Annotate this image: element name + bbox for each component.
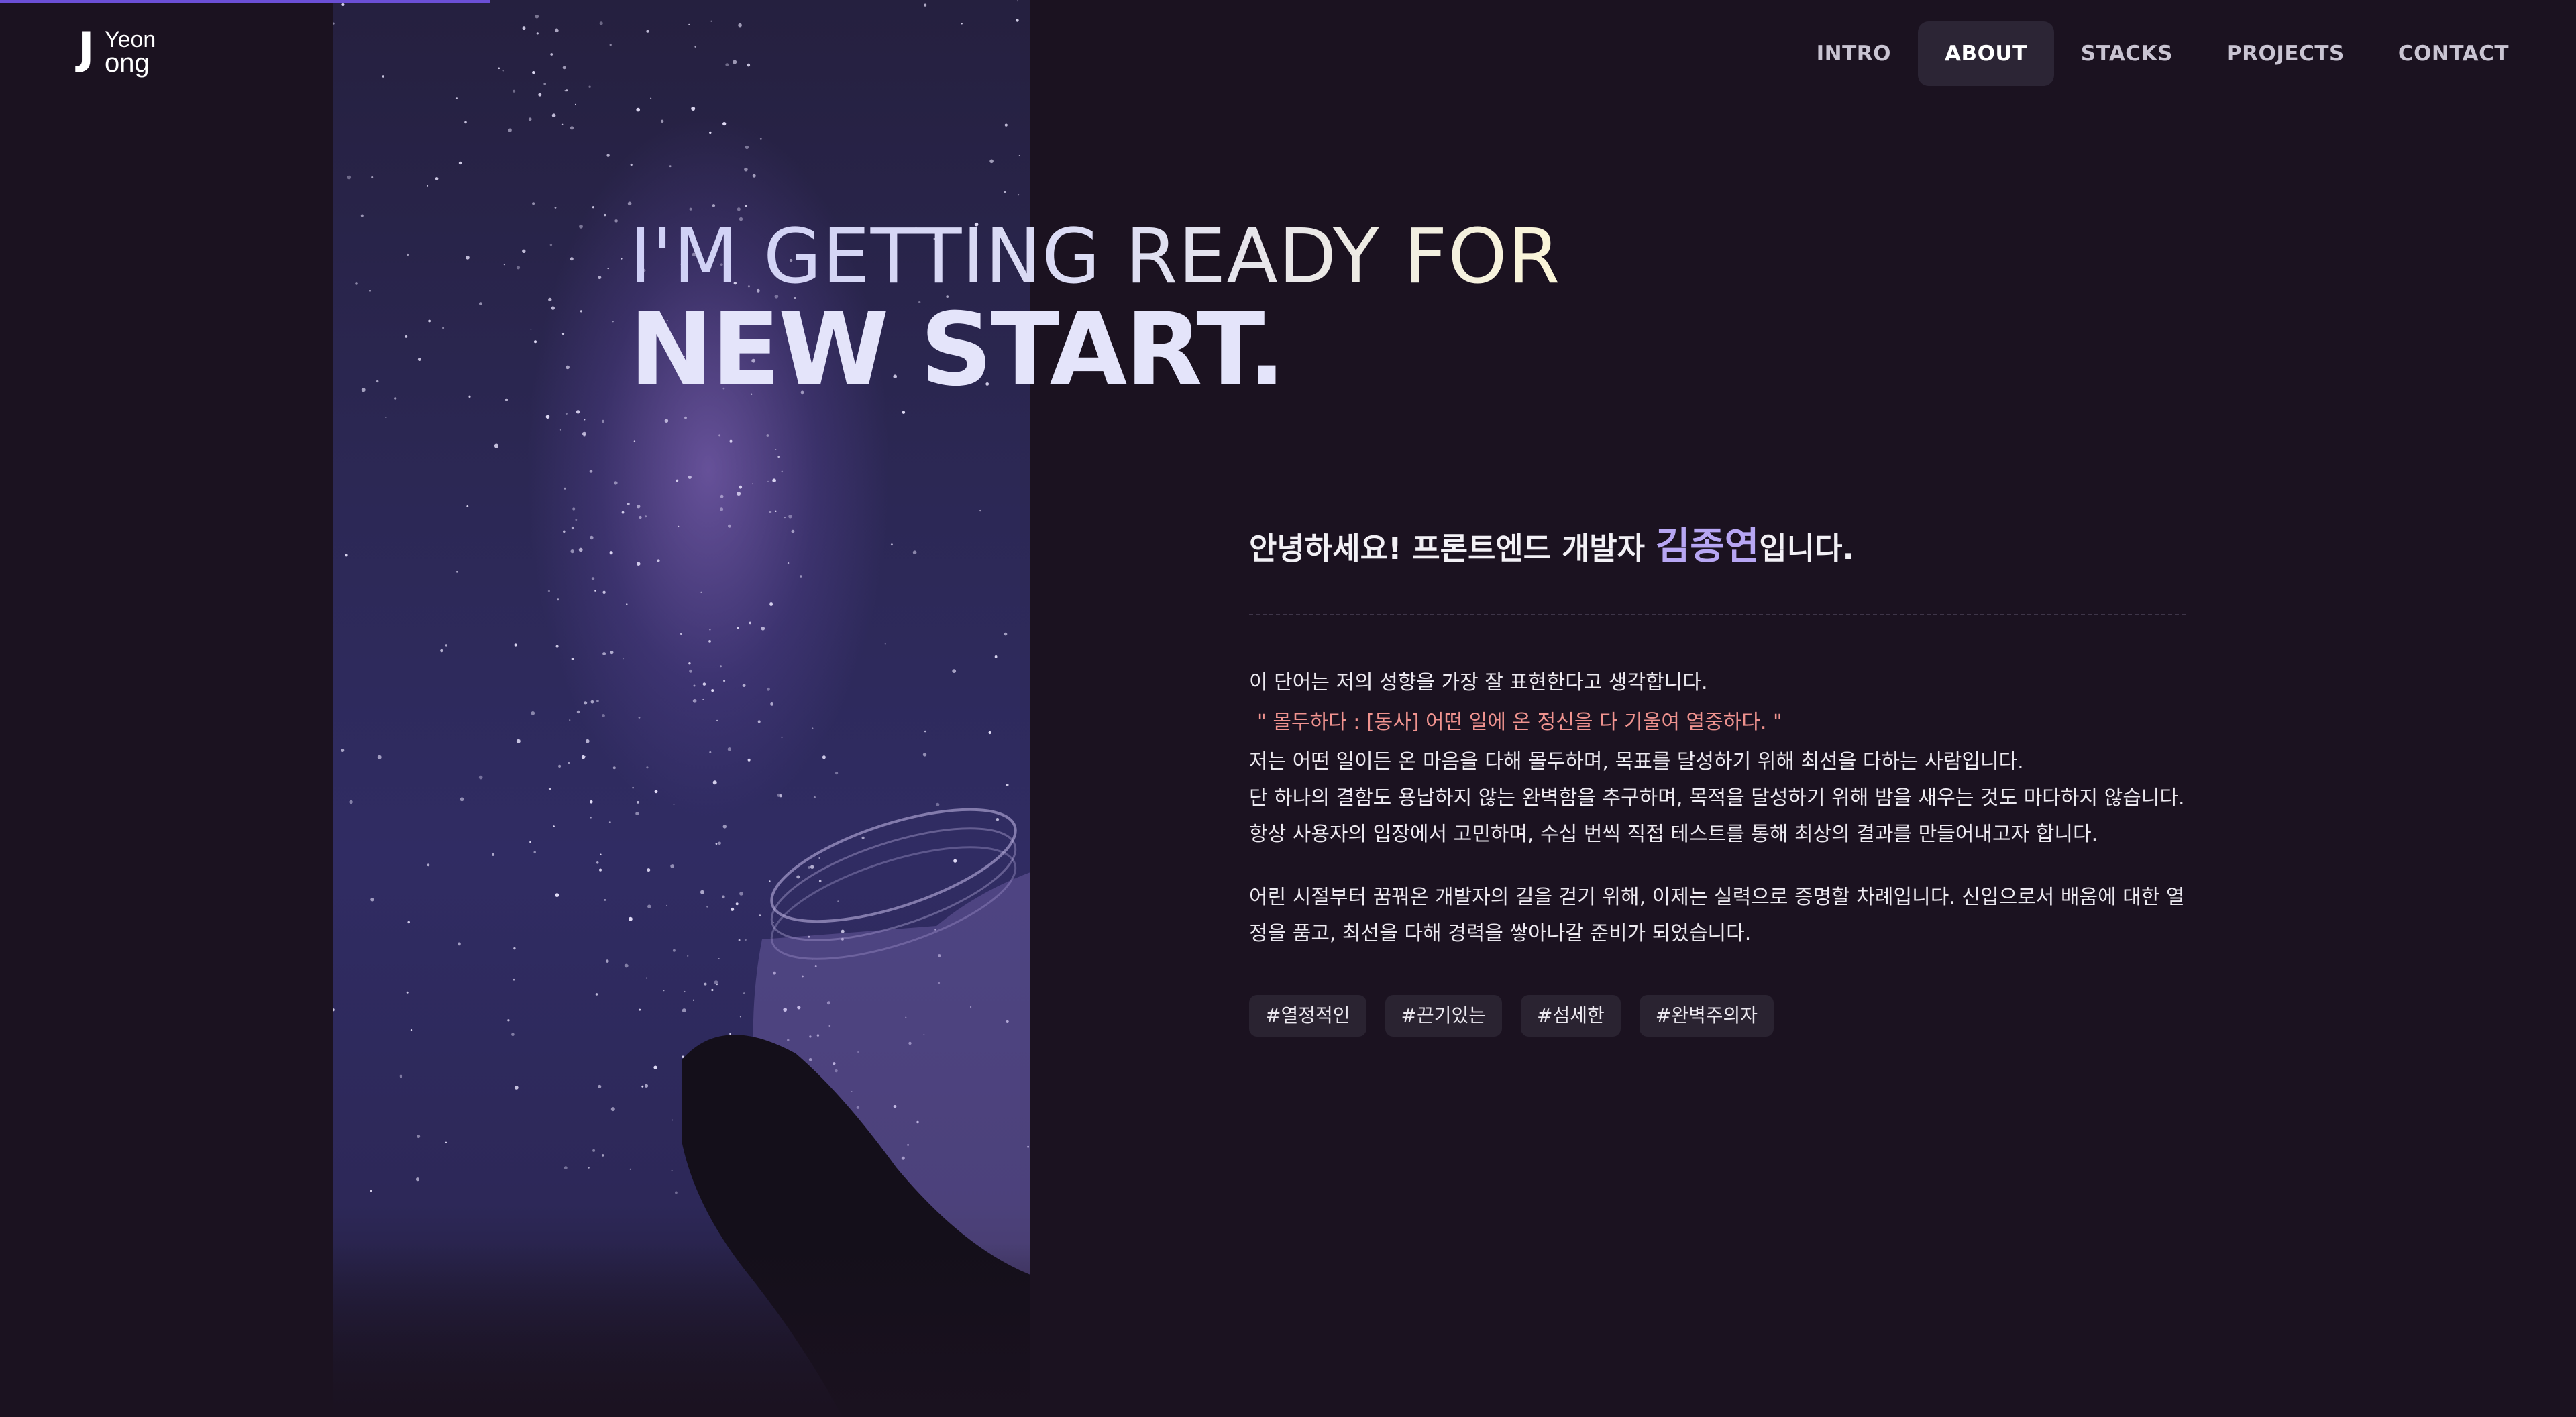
tag-passionate: #열정적인 bbox=[1249, 995, 1366, 1037]
logo-text-yeon: Yeon bbox=[105, 27, 156, 52]
nav-item-about[interactable]: ABOUT bbox=[1917, 21, 2054, 86]
hero-photo-starry-jar bbox=[333, 0, 1030, 1417]
site-header: J Yeon ong INTRO ABOUT STACKS PROJECTS C… bbox=[0, 0, 2576, 107]
career-line: 정을 품고, 최선을 다해 경력을 쌓아나갈 준비가 되었습니다. bbox=[1249, 922, 1752, 945]
starry-sky-illustration bbox=[333, 0, 1030, 1417]
about-section: 안녕하세요! 프론트엔드 개발자 김종연입니다. 이 단어는 저의 성향을 가장… bbox=[1249, 510, 2188, 1037]
career-paragraph: 어린 시절부터 꿈꿔온 개발자의 길을 걷기 위해, 이제는 실력으로 증명할 … bbox=[1249, 880, 2188, 952]
trait-tags: #열정적인 #끈기있는 #섬세한 #완벽주의자 bbox=[1249, 995, 2188, 1037]
nav-item-contact[interactable]: CONTACT bbox=[2371, 21, 2536, 86]
nav-item-stacks[interactable]: STACKS bbox=[2054, 21, 2200, 86]
career-line: 어린 시절부터 꿈꿔온 개발자의 길을 걷기 위해, 이제는 실력으로 증명할 … bbox=[1249, 886, 2185, 909]
hero-subtitle: I'M GETTING READY FOR bbox=[629, 213, 1561, 301]
dashed-divider bbox=[1249, 614, 2186, 615]
logo-text-ong: ong bbox=[105, 48, 150, 78]
greeting-suffix: 입니다. bbox=[1759, 531, 1854, 566]
intro-paragraph: 이 단어는 저의 성향을 가장 잘 표현한다고 생각합니다. " 몰두하다 : … bbox=[1249, 665, 2188, 853]
tag-perfectionist: #완벽주의자 bbox=[1639, 995, 1774, 1037]
intro-line: 저는 어떤 일이든 온 마음을 다해 몰두하며, 목표를 달성하기 위해 최선을… bbox=[1249, 750, 2024, 774]
main-nav: INTRO ABOUT STACKS PROJECTS CONTACT bbox=[1790, 21, 2536, 86]
intro-line: 항상 사용자의 입장에서 고민하며, 수십 번씩 직접 테스트를 통해 최상의 … bbox=[1249, 823, 2098, 846]
greeting-prefix: 안녕하세요! 프론트엔드 개발자 bbox=[1249, 531, 1656, 566]
tag-meticulous: #섬세한 bbox=[1521, 995, 1621, 1037]
intro-line: 단 하나의 결함도 용납하지 않는 완벽함을 추구하며, 목적을 달성하기 위해… bbox=[1249, 786, 2185, 810]
logo[interactable]: J Yeon ong bbox=[75, 23, 156, 83]
nav-item-projects[interactable]: PROJECTS bbox=[2200, 21, 2371, 86]
nav-item-intro[interactable]: INTRO bbox=[1790, 21, 1918, 86]
greeting-heading: 안녕하세요! 프론트엔드 개발자 김종연입니다. bbox=[1249, 510, 2188, 584]
intro-line: 이 단어는 저의 성향을 가장 잘 표현한다고 생각합니다. bbox=[1249, 671, 1708, 694]
hero-heading: I'M GETTING READY FOR NEW START. bbox=[629, 213, 1560, 404]
scroll-progress-bar bbox=[0, 0, 490, 3]
logo-letter-j: J bbox=[78, 23, 95, 74]
hero-title: NEW START. bbox=[629, 292, 1286, 409]
developer-name: 김종연 bbox=[1655, 525, 1760, 568]
definition-quote: " 몰두하다 : [동사] 어떤 일에 온 정신을 다 기울여 열중하다. " bbox=[1257, 711, 1782, 734]
tag-persistent: #끈기있는 bbox=[1385, 995, 1503, 1037]
